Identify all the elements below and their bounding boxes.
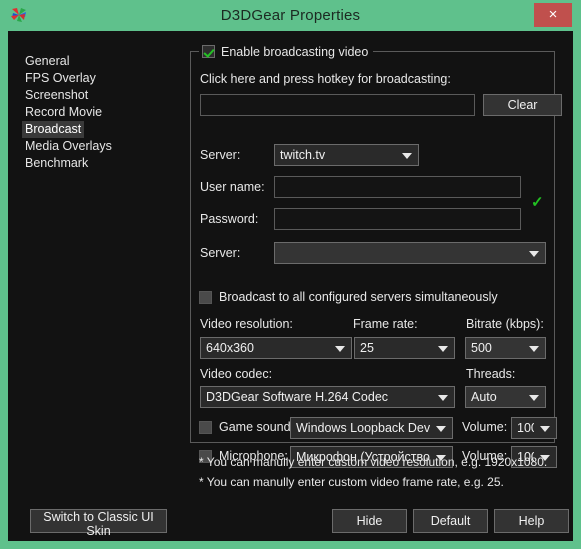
server2-dropdown-value — [280, 243, 523, 263]
chevron-down-icon — [438, 346, 448, 352]
chevron-down-icon — [335, 346, 345, 352]
app-window: D3DGear Properties × General FPS Overlay… — [0, 0, 581, 549]
enable-broadcasting-checkbox[interactable]: Enable broadcasting video — [199, 43, 374, 60]
switch-classic-ui-button[interactable]: Switch to Classic UI Skin — [30, 509, 167, 538]
video-resolution-label: Video resolution: — [200, 317, 293, 331]
checkbox-unchecked-icon — [199, 420, 212, 434]
username-input[interactable] — [274, 176, 521, 198]
chevron-down-icon — [529, 395, 539, 401]
green-check-icon: ✓ — [531, 194, 544, 211]
sidebar-item-label: Record Movie — [25, 105, 103, 119]
game-sound-device-dropdown[interactable]: Windows Loopback Device — [290, 417, 453, 439]
server-label: Server: — [200, 148, 241, 162]
video-resolution-dropdown[interactable]: 640x360 — [200, 337, 352, 359]
sidebar-item-media-overlays[interactable]: Media Overlays — [22, 138, 115, 155]
game-sound-volume-dropdown[interactable]: 100 — [511, 417, 557, 439]
sidebar-item-broadcast[interactable]: Broadcast — [22, 121, 85, 138]
sidebar-item-fps-overlay[interactable]: FPS Overlay — [22, 70, 99, 87]
game-sound-device-value: Windows Loopback Device — [296, 421, 430, 435]
sidebar-item-label: Media Overlays — [25, 139, 112, 153]
hide-button[interactable]: Hide — [332, 509, 407, 533]
frame-rate-value: 25 — [360, 341, 374, 355]
footer-bar: Switch to Classic UI Skin Hide Default H… — [8, 501, 573, 541]
hotkey-input[interactable] — [200, 94, 475, 116]
chevron-down-icon — [436, 426, 446, 432]
note-resolution: * You can manully enter custom video res… — [199, 455, 548, 469]
close-icon[interactable]: × — [534, 3, 572, 27]
hotkey-prompt-label: Click here and press hotkey for broadcas… — [200, 72, 451, 86]
frame-rate-dropdown[interactable]: 25 — [354, 337, 455, 359]
client-area: General FPS Overlay Screenshot Record Mo… — [8, 31, 573, 541]
chevron-down-icon — [402, 153, 412, 159]
note-frame-rate: * You can manully enter custom video fra… — [199, 475, 504, 489]
game-sound-volume-value: 100 — [517, 421, 534, 435]
username-label: User name: — [200, 180, 265, 194]
video-codec-dropdown[interactable]: D3DGear Software H.264 Codec — [200, 386, 455, 408]
server2-label: Server: — [200, 246, 241, 260]
sidebar-item-label: Broadcast — [25, 122, 82, 136]
bitrate-value: 500 — [471, 341, 492, 355]
chevron-down-icon — [529, 346, 539, 352]
broadcast-settings-group: Enable broadcasting video Click here and… — [190, 43, 562, 468]
server-dropdown[interactable]: twitch.tv — [274, 144, 419, 166]
bitrate-dropdown[interactable]: 500 — [465, 337, 546, 359]
title-bar[interactable]: D3DGear Properties × — [0, 0, 581, 31]
help-button[interactable]: Help — [494, 509, 569, 533]
password-input[interactable] — [274, 208, 521, 230]
chevron-down-icon — [540, 426, 550, 432]
threads-value: Auto — [471, 390, 497, 404]
video-codec-value: D3DGear Software H.264 Codec — [206, 390, 389, 404]
sidebar-item-benchmark[interactable]: Benchmark — [22, 155, 91, 172]
sidebar-item-label: General — [25, 54, 70, 68]
bitrate-label: Bitrate (kbps): — [466, 317, 544, 331]
game-sound-label: Game sound: — [219, 420, 295, 434]
server2-dropdown[interactable] — [274, 242, 546, 264]
enable-broadcasting-label: Enable broadcasting video — [221, 44, 369, 59]
sidebar-item-general[interactable]: General — [22, 53, 72, 70]
clear-button[interactable]: Clear — [483, 94, 562, 116]
checkbox-checked-icon — [202, 45, 215, 58]
threads-dropdown[interactable]: Auto — [465, 386, 546, 408]
video-resolution-value: 640x360 — [206, 341, 254, 355]
frame-rate-label: Frame rate: — [353, 317, 418, 331]
broadcast-all-servers-checkbox[interactable]: Broadcast to all configured servers simu… — [199, 290, 498, 304]
threads-label: Threads: — [466, 367, 516, 381]
sidebar-item-record-movie[interactable]: Record Movie — [22, 104, 105, 121]
sidebar-item-label: Screenshot — [25, 88, 89, 102]
default-button[interactable]: Default — [413, 509, 488, 533]
broadcast-all-servers-label: Broadcast to all configured servers simu… — [219, 290, 498, 304]
sidebar-item-label: FPS Overlay — [25, 71, 96, 85]
sidebar-item-screenshot[interactable]: Screenshot — [22, 87, 91, 104]
sidebar-nav: General FPS Overlay Screenshot Record Mo… — [8, 31, 183, 501]
game-sound-checkbox[interactable]: Game sound: — [199, 420, 294, 434]
password-label: Password: — [200, 212, 259, 226]
server-dropdown-value: twitch.tv — [280, 148, 326, 162]
chevron-down-icon — [529, 251, 539, 257]
chevron-down-icon — [438, 395, 448, 401]
sidebar-item-label: Benchmark — [25, 156, 89, 170]
video-codec-label: Video codec: — [200, 367, 273, 381]
checkbox-unchecked-icon — [199, 290, 212, 304]
game-sound-volume-label: Volume: — [462, 420, 508, 434]
window-title: D3DGear Properties — [220, 7, 361, 24]
